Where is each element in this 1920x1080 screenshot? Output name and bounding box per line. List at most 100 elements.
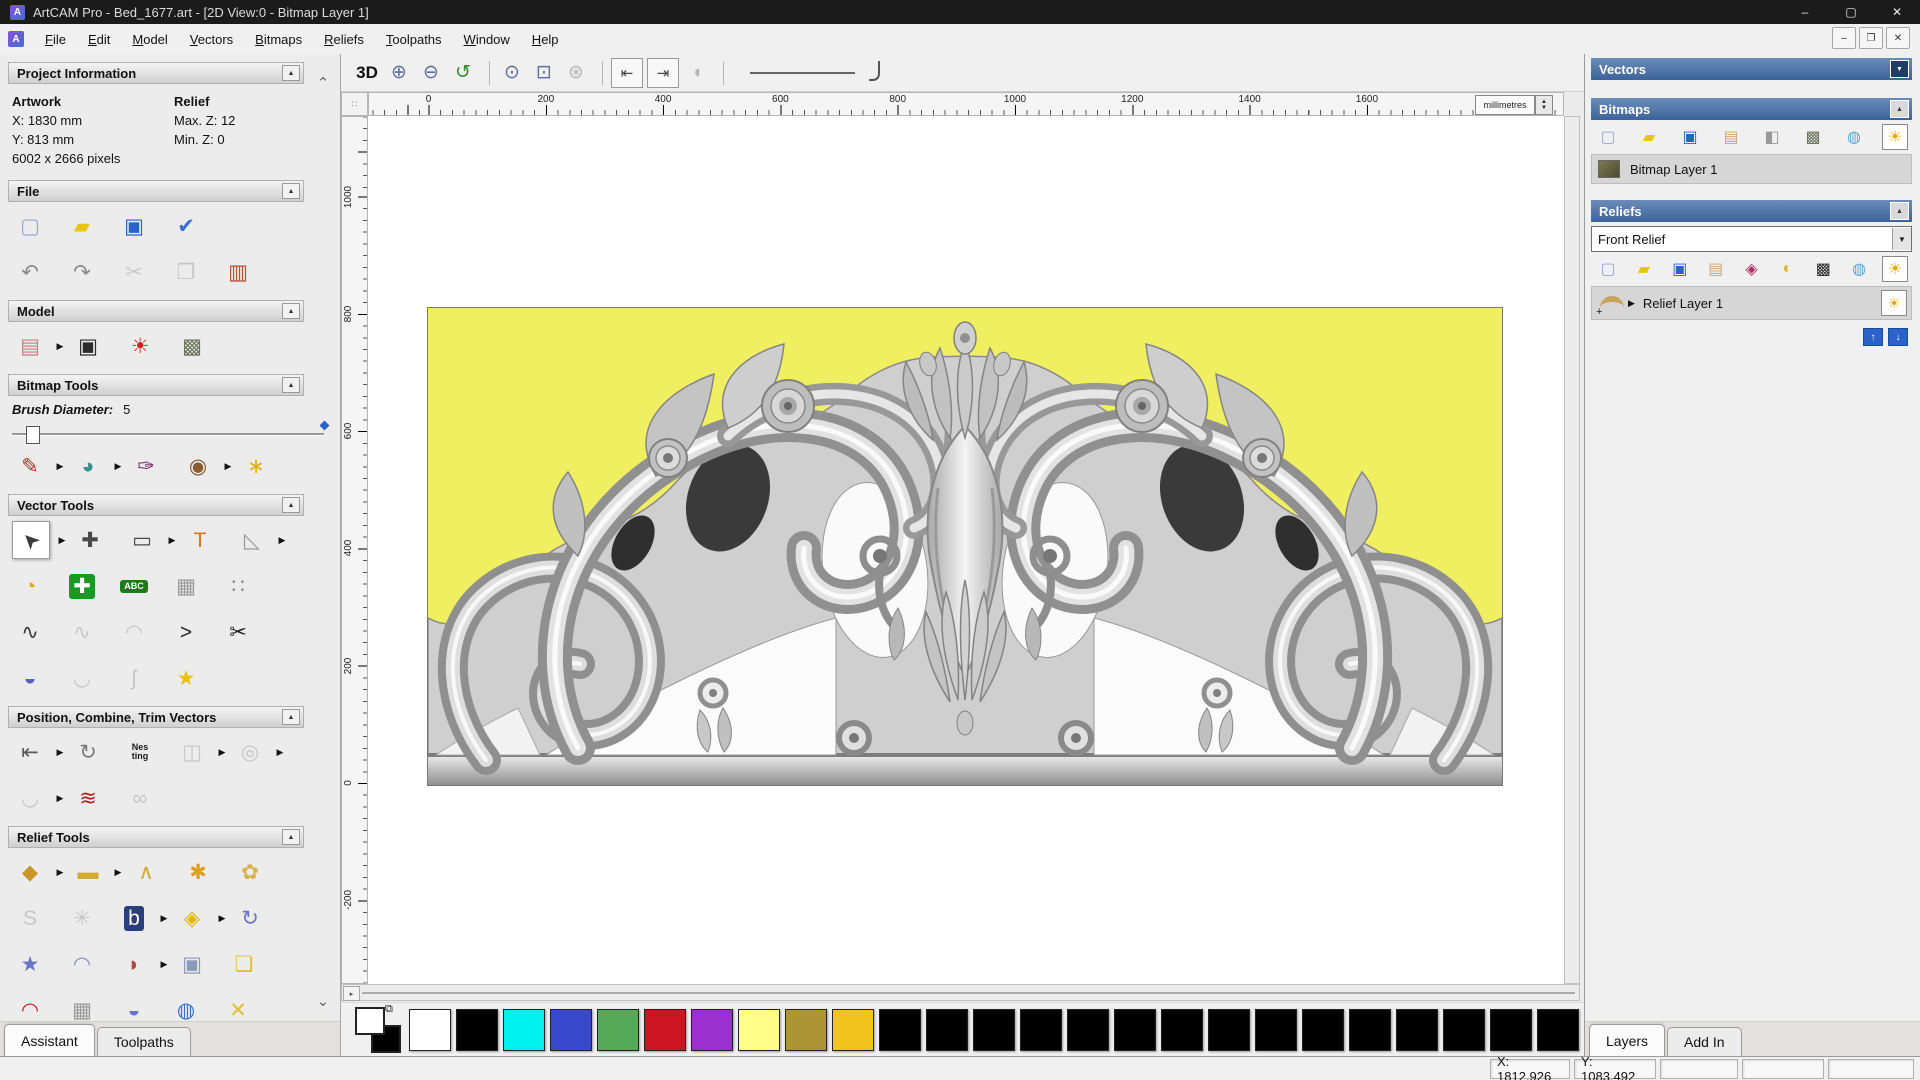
- colour-swatch-11[interactable]: [926, 1009, 968, 1051]
- menu-toolpaths[interactable]: Toolpaths: [375, 28, 453, 51]
- flyout-arrow-icon[interactable]: ▶: [54, 867, 66, 878]
- brush-diameter-slider[interactable]: [12, 420, 330, 444]
- relief-select-dropdown[interactable]: Front Relief ▼: [1591, 226, 1912, 252]
- flyout-arrow-icon[interactable]: ▶: [56, 535, 68, 546]
- save-bitmap-icon[interactable]: ▣: [1677, 124, 1703, 150]
- flyout-arrow-icon[interactable]: ▶: [54, 793, 66, 804]
- relief-visibility-bulb-icon[interactable]: ☀: [1881, 290, 1907, 316]
- link-colours-icon[interactable]: ⧉: [385, 1003, 393, 1016]
- move-layer-up-button[interactable]: ↑: [1863, 328, 1883, 346]
- colour-swatch-17[interactable]: [1208, 1009, 1250, 1051]
- colour-swatch-10[interactable]: [879, 1009, 921, 1051]
- colour-swatch-23[interactable]: [1490, 1009, 1532, 1051]
- fillet-icon[interactable]: ◡: [12, 780, 48, 816]
- transform-vectors-icon[interactable]: ✚: [72, 522, 108, 558]
- flyout-arrow-icon[interactable]: ▶: [54, 461, 66, 472]
- colour-swatch-3[interactable]: [550, 1009, 592, 1051]
- paste-bitmap-icon[interactable]: ▤: [1718, 124, 1744, 150]
- tab-add-in[interactable]: Add In: [1667, 1027, 1742, 1056]
- colour-swatch-15[interactable]: [1114, 1009, 1156, 1051]
- block-copy-icon[interactable]: ∷: [220, 568, 256, 604]
- primary-secondary-colour-indicator[interactable]: ⧉: [355, 1003, 401, 1053]
- paste-relief-icon[interactable]: ▤: [1703, 256, 1729, 282]
- weave-wizard-icon[interactable]: ✳: [64, 900, 100, 936]
- panel-scroll-up-icon[interactable]: ⌃: [312, 72, 334, 94]
- cut-icon[interactable]: ✂: [116, 254, 152, 290]
- reliefs-collapse-button[interactable]: ▲: [1890, 202, 1909, 220]
- slider-thumb[interactable]: [26, 426, 40, 444]
- colour-swatch-13[interactable]: [1020, 1009, 1062, 1051]
- menu-model[interactable]: Model: [121, 28, 178, 51]
- rollup-button[interactable]: ▲: [282, 829, 300, 845]
- zoom-fit-button[interactable]: ⊡: [530, 59, 558, 87]
- 2d-view-canvas[interactable]: [368, 116, 1564, 984]
- flyout-arrow-icon[interactable]: ▶: [158, 913, 170, 924]
- magic-wand-icon[interactable]: ∗: [238, 448, 274, 484]
- sketch-polyline-icon[interactable]: ∿: [64, 614, 100, 650]
- open-bitmap-icon[interactable]: ▰: [1636, 124, 1662, 150]
- colour-swatch-21[interactable]: [1396, 1009, 1438, 1051]
- colour-swatch-6[interactable]: [691, 1009, 733, 1051]
- colour-swatch-7[interactable]: [738, 1009, 780, 1051]
- greyscale-relief-icon[interactable]: ▩: [1810, 256, 1836, 282]
- colour-swatch-16[interactable]: [1161, 1009, 1203, 1051]
- tab-assistant[interactable]: Assistant: [4, 1024, 95, 1056]
- create-circle-icon[interactable]: ◒: [12, 660, 48, 696]
- preview-relief-icon[interactable]: ◐: [1774, 256, 1800, 282]
- zoom-1to1-button[interactable]: ⊙: [498, 59, 526, 87]
- new-relief-layer-icon[interactable]: ▢: [1595, 256, 1621, 282]
- delete-bitmap-layer-icon[interactable]: ◍: [1841, 124, 1867, 150]
- ruler-origin-button[interactable]: ∷: [341, 92, 368, 116]
- invert-model-icon[interactable]: ▣: [70, 328, 106, 364]
- minimize-button[interactable]: –: [1782, 0, 1828, 24]
- rollup-button[interactable]: ▲: [282, 497, 300, 513]
- mirror-vectors-icon[interactable]: ʃ: [116, 660, 152, 696]
- colour-swatch-1[interactable]: [456, 1009, 498, 1051]
- open-model-icon[interactable]: ▰: [64, 208, 100, 244]
- rollup-button[interactable]: ▲: [282, 303, 300, 319]
- trim-vectors-icon[interactable]: ✂: [220, 614, 256, 650]
- colour-swatch-19[interactable]: [1302, 1009, 1344, 1051]
- delete-relief-layer-icon[interactable]: ◍: [1846, 256, 1872, 282]
- select-vectors-icon[interactable]: ➤: [12, 521, 50, 559]
- wrap-relief-icon[interactable]: ◠: [64, 946, 100, 982]
- child-restore-button[interactable]: ❐: [1859, 27, 1883, 49]
- toggle-relief-visibility-icon[interactable]: ☀: [1882, 256, 1908, 282]
- copy-icon[interactable]: ❐: [168, 254, 204, 290]
- shape-editor-icon[interactable]: ◆: [12, 854, 48, 890]
- group-vectors-icon[interactable]: ◫: [174, 734, 210, 770]
- merge-relief-icon[interactable]: ◈: [1739, 256, 1765, 282]
- colour-swatch-20[interactable]: [1349, 1009, 1391, 1051]
- maximize-button[interactable]: ▢: [1828, 0, 1874, 24]
- child-minimize-button[interactable]: –: [1832, 27, 1856, 49]
- create-text-icon[interactable]: T: [182, 522, 218, 558]
- relief-from-image-icon[interactable]: b: [116, 900, 152, 936]
- open-relief-icon[interactable]: ▰: [1631, 256, 1657, 282]
- flyout-arrow-icon[interactable]: ▶: [112, 461, 124, 472]
- new-bitmap-layer-icon[interactable]: ▢: [1595, 124, 1621, 150]
- vectors-collapse-button[interactable]: ▼: [1890, 60, 1909, 78]
- greyscale-bitmap-icon[interactable]: ◧: [1759, 124, 1785, 150]
- rollup-button[interactable]: ▲: [282, 709, 300, 725]
- interlock-icon[interactable]: ∞: [122, 780, 158, 816]
- move-layer-down-button[interactable]: ↓: [1888, 328, 1908, 346]
- colour-swatch-9[interactable]: [832, 1009, 874, 1051]
- menu-file[interactable]: File: [34, 28, 77, 51]
- spin-relief-icon[interactable]: ✿: [232, 854, 268, 890]
- flyout-arrow-icon[interactable]: ▶: [54, 341, 66, 352]
- nesting-icon[interactable]: Nes ting: [122, 734, 158, 770]
- menu-reliefs[interactable]: Reliefs: [313, 28, 375, 51]
- menu-window[interactable]: Window: [453, 28, 521, 51]
- bitmap-layer-row[interactable]: Bitmap Layer 1: [1591, 154, 1912, 184]
- distort-cage-icon[interactable]: ▦: [168, 568, 204, 604]
- lighting-icon[interactable]: ☀: [122, 328, 158, 364]
- model-options-icon[interactable]: ✔: [168, 208, 204, 244]
- preview-relief-layer-button[interactable]: ◖: [683, 59, 711, 87]
- save-model-icon[interactable]: ▣: [116, 208, 152, 244]
- zoom-in-button[interactable]: ⊕: [385, 59, 413, 87]
- emboss-relief-icon[interactable]: ▣: [174, 946, 210, 982]
- relief-artwork[interactable]: [427, 307, 1503, 786]
- flyout-arrow-icon[interactable]: ▶: [54, 747, 66, 758]
- bitmaps-collapse-button[interactable]: ▲: [1890, 100, 1909, 118]
- vector-texture-icon[interactable]: ≋: [70, 780, 106, 816]
